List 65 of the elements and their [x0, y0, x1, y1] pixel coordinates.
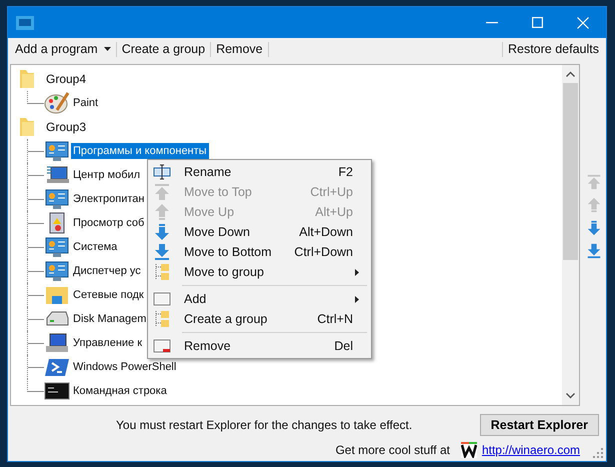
- group-label[interactable]: Group4: [46, 72, 86, 86]
- window-icon: [16, 16, 34, 30]
- menu-item[interactable]: Move to Bottom Ctrl+Down: [150, 242, 369, 262]
- group-icon: [153, 263, 171, 281]
- menu-item[interactable]: Move Down Alt+Down: [150, 222, 369, 242]
- tree-item[interactable]: Сетевые подк: [71, 287, 146, 303]
- submenu-arrow-icon: [355, 296, 359, 302]
- minimize-icon[interactable]: [486, 22, 498, 24]
- tree-item[interactable]: Электропитан: [71, 191, 146, 207]
- tree-item[interactable]: Система: [71, 239, 120, 255]
- tree-item[interactable]: Paint: [71, 95, 100, 111]
- tree-item[interactable]: Disk Managem: [71, 311, 148, 327]
- scroll-thumb[interactable]: [563, 83, 578, 260]
- tree-item[interactable]: Управление к: [71, 335, 144, 351]
- monitor-icon: [44, 236, 70, 258]
- menu-item[interactable]: Remove Del: [150, 336, 369, 356]
- scrollbar[interactable]: [562, 65, 579, 405]
- tree-item[interactable]: Диспетчер ус: [71, 263, 143, 279]
- tree-item[interactable]: Командная строка: [71, 383, 169, 399]
- scroll-down-icon[interactable]: [566, 393, 575, 399]
- toolbar-button[interactable]: Create a group: [118, 42, 210, 56]
- tree-item[interactable]: Центр мобил: [71, 167, 142, 183]
- arrow-up-icon: [153, 203, 171, 221]
- folder-icon: [44, 284, 70, 306]
- menu-item[interactable]: Rename F2: [150, 162, 369, 182]
- folder-icon: [20, 70, 34, 88]
- move-down-button[interactable]: [585, 219, 603, 237]
- tree-item[interactable]: Программы и компоненты: [71, 143, 209, 159]
- menu-item[interactable]: Move to group: [150, 262, 369, 282]
- monitor-icon: [44, 188, 70, 210]
- resize-grip-icon[interactable]: [593, 448, 603, 458]
- window-icon: [153, 290, 171, 308]
- rename-icon: [153, 163, 171, 181]
- terminal-icon: [44, 356, 70, 378]
- move-bottom-icon: [153, 243, 171, 261]
- console-icon: [44, 380, 70, 402]
- remove-icon: [153, 337, 171, 355]
- restart-note: You must restart Explorer for the changes to take effect.: [116, 418, 414, 432]
- palette-icon: [44, 92, 70, 114]
- monitor-icon: [44, 164, 70, 186]
- maximize-icon[interactable]: [532, 17, 543, 28]
- tree-item[interactable]: Просмотр соб: [71, 215, 146, 231]
- monitor-icon: [44, 332, 70, 354]
- menu-item[interactable]: Add: [150, 289, 369, 309]
- group-label[interactable]: Group3: [46, 120, 86, 134]
- submenu-arrow-icon: [355, 268, 359, 276]
- group-icon: [153, 310, 171, 328]
- folder-icon: [20, 118, 34, 136]
- scroll-up-icon[interactable]: [566, 71, 575, 77]
- move-top-icon: [153, 183, 171, 201]
- restart-explorer-button[interactable]: Restart Explorer: [480, 414, 599, 436]
- tree-item[interactable]: Windows PowerShell: [71, 359, 178, 375]
- menu-item[interactable]: Create a group Ctrl+N: [150, 309, 369, 329]
- toolbar-button[interactable]: Remove: [212, 42, 267, 56]
- website-link[interactable]: http://winaero.com: [482, 443, 580, 457]
- caret-icon: [104, 47, 111, 51]
- move-bottom-button[interactable]: [585, 242, 603, 260]
- close-icon[interactable]: [577, 16, 589, 28]
- toolbar-button[interactable]: Add a program: [11, 42, 115, 56]
- arrow-down-icon: [153, 223, 171, 241]
- logo-icon: [460, 442, 477, 458]
- footer-text: Get more cool stuff at: [335, 443, 450, 457]
- restore-defaults-button[interactable]: Restore defaults: [504, 42, 603, 56]
- monitor-icon: [44, 140, 70, 162]
- monitor-icon: [44, 260, 70, 282]
